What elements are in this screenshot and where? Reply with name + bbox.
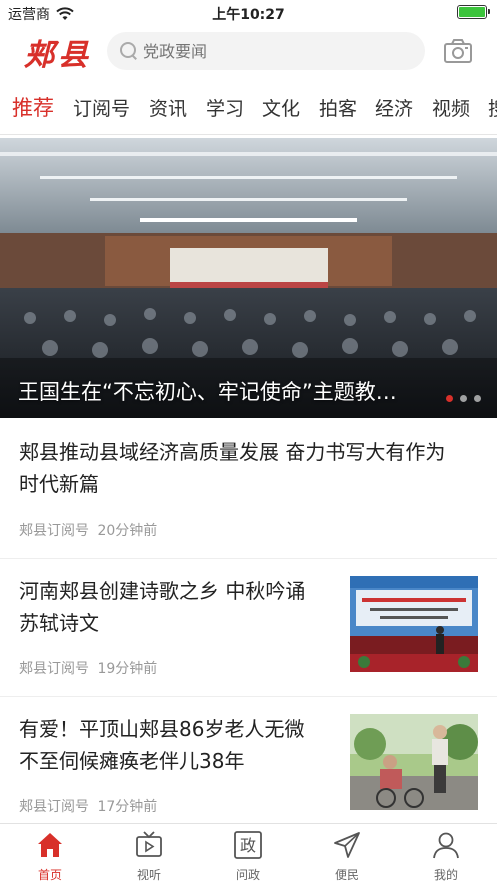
news-time: 17分钟前	[97, 799, 158, 815]
search-icon	[119, 41, 139, 61]
bottom-nav: 首页 视听 政 问政 便民 我的	[0, 823, 497, 883]
news-source: 郏县订阅号	[19, 523, 89, 539]
tv-icon	[136, 831, 162, 857]
news-time: 20分钟前	[97, 523, 158, 539]
news-meta: 郏县订阅号 19分钟前	[19, 658, 157, 678]
tab-study[interactable]: 学习	[206, 94, 244, 121]
news-title: 郏县推动县域经济高质量发展 奋力书写大有作为 时代新篇	[19, 436, 445, 500]
carousel-dots	[446, 395, 481, 402]
nav-home[interactable]: 首页	[20, 830, 80, 883]
nav-media-label: 视听	[136, 868, 161, 882]
news-meta: 郏县订阅号 17分钟前	[19, 796, 157, 816]
news-title-line: 不至伺候瘫痪老伴儿38年	[19, 749, 245, 773]
status-right	[457, 5, 490, 19]
user-icon	[433, 832, 459, 859]
status-bar: 运营商 上午10:27	[0, 0, 497, 26]
news-time: 19分钟前	[97, 661, 158, 677]
news-title-line: 苏轼诗文	[19, 611, 99, 635]
nav-inquiry[interactable]: 政 问政	[218, 830, 278, 883]
battery-icon	[457, 5, 490, 19]
news-title-line: 河南郏县创建诗歌之乡 中秋吟诵	[19, 579, 306, 603]
news-source: 郏县订阅号	[19, 661, 89, 677]
zheng-glyph: 政	[240, 836, 256, 855]
category-tabs: 推荐 订阅号 资讯 学习 文化 拍客 经济 视频 搜	[0, 86, 497, 130]
news-title-line: 有爱！平顶山郏县86岁老人无微	[19, 717, 305, 741]
nav-inquiry-label: 问政	[235, 868, 260, 882]
news-title-line: 时代新篇	[19, 472, 99, 496]
nav-home-label: 首页	[37, 868, 62, 882]
camera-icon[interactable]	[443, 36, 473, 66]
elderly-couple-thumbnail	[350, 714, 478, 810]
carousel-dot[interactable]	[474, 395, 481, 402]
news-title: 有爱！平顶山郏县86岁老人无微 不至伺候瘫痪老伴儿38年	[19, 713, 304, 777]
nav-service[interactable]: 便民	[317, 830, 377, 883]
send-icon	[334, 832, 360, 858]
news-source: 郏县订阅号	[19, 799, 89, 815]
stage-event-thumbnail	[350, 576, 478, 672]
tab-search[interactable]: 搜	[488, 94, 497, 121]
search-bar[interactable]	[107, 32, 425, 70]
search-input[interactable]	[143, 41, 403, 61]
news-title: 河南郏县创建诗歌之乡 中秋吟诵 苏轼诗文	[19, 575, 305, 639]
tab-photo[interactable]: 拍客	[319, 94, 357, 121]
tab-video[interactable]: 视频	[432, 94, 470, 121]
news-item[interactable]: 河南郏县创建诗歌之乡 中秋吟诵 苏轼诗文 郏县订阅号 19分钟前	[0, 559, 497, 696]
tab-economy[interactable]: 经济	[375, 94, 413, 121]
tab-recommend[interactable]: 推荐	[12, 92, 54, 122]
news-item[interactable]: 有爱！平顶山郏县86岁老人无微 不至伺候瘫痪老伴儿38年 郏县订阅号 17分钟前	[0, 697, 497, 823]
app-header: 郏县	[0, 26, 497, 76]
carousel-dot[interactable]	[460, 395, 467, 402]
home-icon	[38, 833, 62, 857]
hero-caption: 王国生在“不忘初心、牢记使命”主题教…	[18, 380, 397, 404]
tabs-divider	[0, 134, 497, 135]
hero-banner[interactable]: 王国生在“不忘初心、牢记使命”主题教…	[0, 138, 497, 418]
zheng-icon: 政	[234, 831, 262, 859]
nav-profile[interactable]: 我的	[416, 830, 476, 883]
tab-news[interactable]: 资讯	[149, 94, 187, 121]
news-title-line: 郏县推动县域经济高质量发展 奋力书写大有作为	[19, 440, 446, 464]
nav-service-label: 便民	[334, 868, 359, 882]
status-time: 上午10:27	[212, 7, 285, 23]
nav-media[interactable]: 视听	[119, 830, 179, 883]
news-item[interactable]: 郏县推动县域经济高质量发展 奋力书写大有作为 时代新篇 郏县订阅号 20分钟前	[0, 418, 497, 558]
nav-profile-label: 我的	[433, 868, 458, 882]
news-meta: 郏县订阅号 20分钟前	[19, 520, 157, 540]
app-logo: 郏县	[24, 38, 92, 73]
tab-subscriptions[interactable]: 订阅号	[73, 94, 130, 121]
carousel-dot-active[interactable]	[446, 395, 453, 402]
tab-culture[interactable]: 文化	[262, 94, 300, 121]
